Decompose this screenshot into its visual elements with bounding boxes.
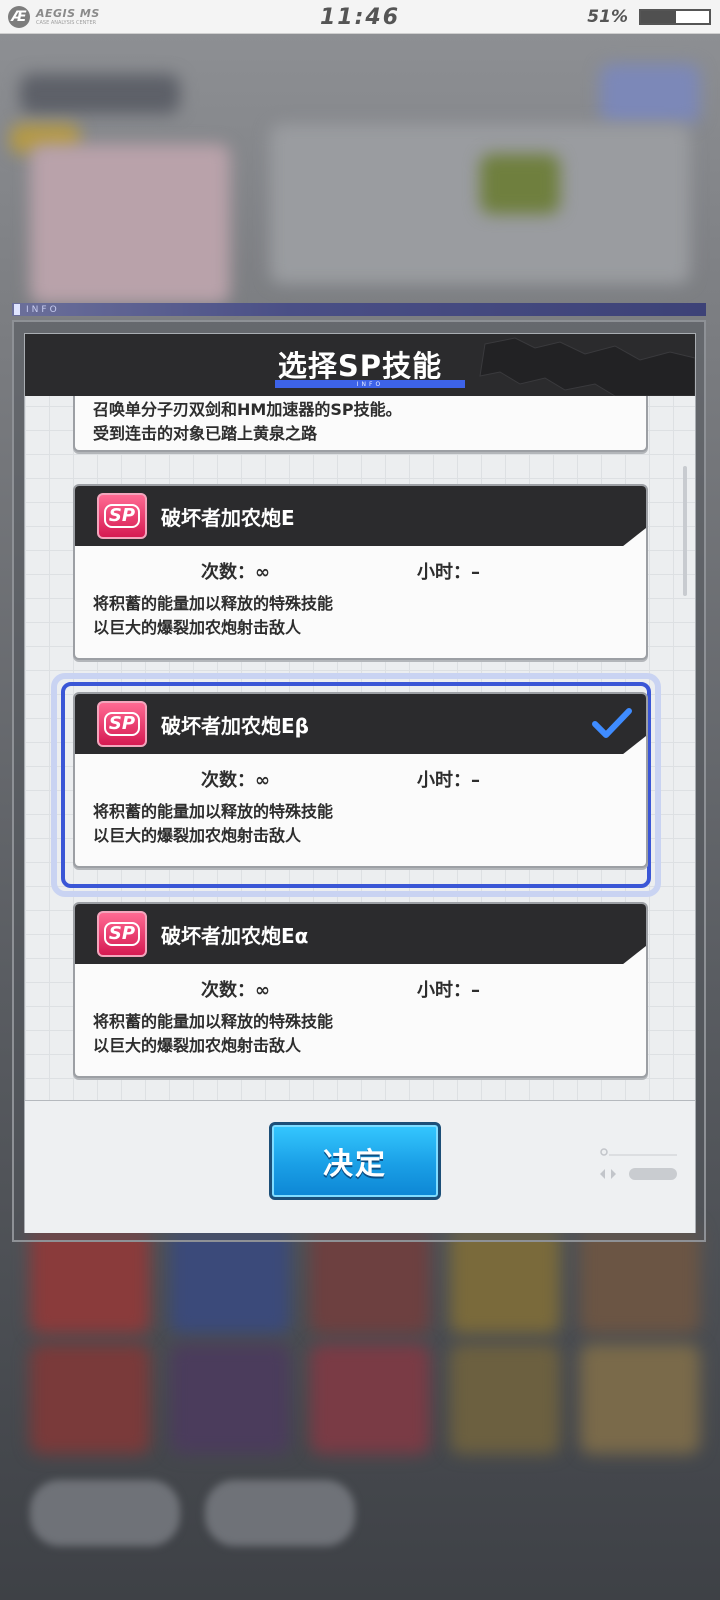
skill-desc-line: 将积蓄的能量加以释放的特殊技能 xyxy=(93,802,334,821)
skill-desc-line: 召唤单分子刃双剑和HM加速器的SP技能。 xyxy=(93,400,402,419)
skill-list[interactable]: 召唤单分子刃双剑和HM加速器的SP技能。 受到连击的对象已踏上黄泉之路 SP 破… xyxy=(25,396,695,1120)
dialog-title: 选择SP技能 xyxy=(277,349,443,383)
checkmark-icon xyxy=(592,708,632,738)
skill-desc-line: 以巨大的爆裂加农炮射击敌人 xyxy=(93,1036,302,1055)
skill-name: 破坏者加农炮E xyxy=(161,506,295,530)
sp-badge-icon: SP xyxy=(97,493,147,539)
skill-card-selected[interactable]: SP 破坏者加农炮Eβ 次数：∞ 小时：– 将积蓄的能量加以释放的特殊技能 以巨… xyxy=(73,692,648,868)
skill-name: 破坏者加农炮Eβ xyxy=(161,714,309,738)
skill-count: 次数：∞ xyxy=(201,770,270,791)
skill-count: 次数：∞ xyxy=(201,562,270,583)
skill-desc-line: 以巨大的爆裂加农炮射击敌人 xyxy=(93,618,302,637)
sp-badge-icon: SP xyxy=(97,701,147,747)
skill-card-header: SP 破坏者加农炮Eα xyxy=(75,904,646,964)
skill-stats: 次数：∞ 小时：– xyxy=(75,546,646,588)
title-bar-label: INFO xyxy=(356,380,384,388)
sp-badge-label: SP xyxy=(103,712,141,736)
info-strip: INFO xyxy=(12,303,706,316)
skill-card[interactable]: SP 破坏者加农炮E 次数：∞ 小时：– 将积蓄的能量加以释放的特殊技能 以巨大… xyxy=(73,484,648,660)
battery-fill xyxy=(641,11,676,23)
sp-badge-label: SP xyxy=(103,504,141,528)
skill-desc: 将积蓄的能量加以释放的特殊技能 以巨大的爆裂加农炮射击敌人 xyxy=(75,796,646,848)
skill-desc-line: 受到连击的对象已踏上黄泉之路 xyxy=(93,424,318,443)
title-underline: INFO xyxy=(275,380,465,388)
sp-skill-dialog: 选择SP技能 INFO 召唤单分子刃双剑和HM加速器的SP技能。 受到连击的对象… xyxy=(24,333,696,1233)
skill-hours: 小时：– xyxy=(417,980,480,1001)
info-marker-icon xyxy=(14,304,20,315)
skill-hours: 小时：– xyxy=(417,562,480,583)
confirm-button[interactable]: 决定 xyxy=(269,1122,441,1200)
dialog-footer: 决定 xyxy=(25,1101,695,1233)
info-strip-label: INFO xyxy=(26,304,60,315)
skill-stats: 次数：∞ 小时：– xyxy=(75,964,646,1006)
sp-badge-label: SP xyxy=(103,922,141,946)
sp-badge-icon: SP xyxy=(97,911,147,957)
list-scrollbar[interactable] xyxy=(683,466,687,596)
skill-card-partial[interactable]: 召唤单分子刃双剑和HM加速器的SP技能。 受到连击的对象已踏上黄泉之路 xyxy=(73,396,648,452)
skill-card-header: SP 破坏者加农炮E xyxy=(75,486,646,546)
skill-card[interactable]: SP 破坏者加农炮Eα 次数：∞ 小时：– 将积蓄的能量加以释放的特殊技能 以巨… xyxy=(73,902,648,1078)
dialog-header: 选择SP技能 INFO xyxy=(25,334,695,396)
decoration-icon xyxy=(600,1148,677,1180)
skill-stats: 次数：∞ 小时：– xyxy=(75,754,646,796)
battery-icon xyxy=(639,9,711,25)
skill-desc-line: 以巨大的爆裂加农炮射击敌人 xyxy=(93,826,302,845)
skill-desc: 将积蓄的能量加以释放的特殊技能 以巨大的爆裂加农炮射击敌人 xyxy=(75,1006,646,1058)
skill-desc-line: 将积蓄的能量加以释放的特殊技能 xyxy=(93,594,334,613)
skill-desc: 召唤单分子刃双剑和HM加速器的SP技能。 受到连击的对象已踏上黄泉之路 xyxy=(75,396,646,446)
status-bar: Æ AEGIS MS CASE ANALYSIS CENTER 11:46 51… xyxy=(0,0,720,34)
skill-desc: 将积蓄的能量加以释放的特殊技能 以巨大的爆裂加农炮射击敌人 xyxy=(75,588,646,640)
skill-desc-line: 将积蓄的能量加以释放的特殊技能 xyxy=(93,1012,334,1031)
skill-hours: 小时：– xyxy=(417,770,480,791)
skill-count: 次数：∞ xyxy=(201,980,270,1001)
skill-card-header: SP 破坏者加农炮Eβ xyxy=(75,694,646,754)
skill-name: 破坏者加农炮Eα xyxy=(161,924,309,948)
battery-percent: 51% xyxy=(587,7,628,27)
confirm-label: 决定 xyxy=(323,1147,387,1182)
